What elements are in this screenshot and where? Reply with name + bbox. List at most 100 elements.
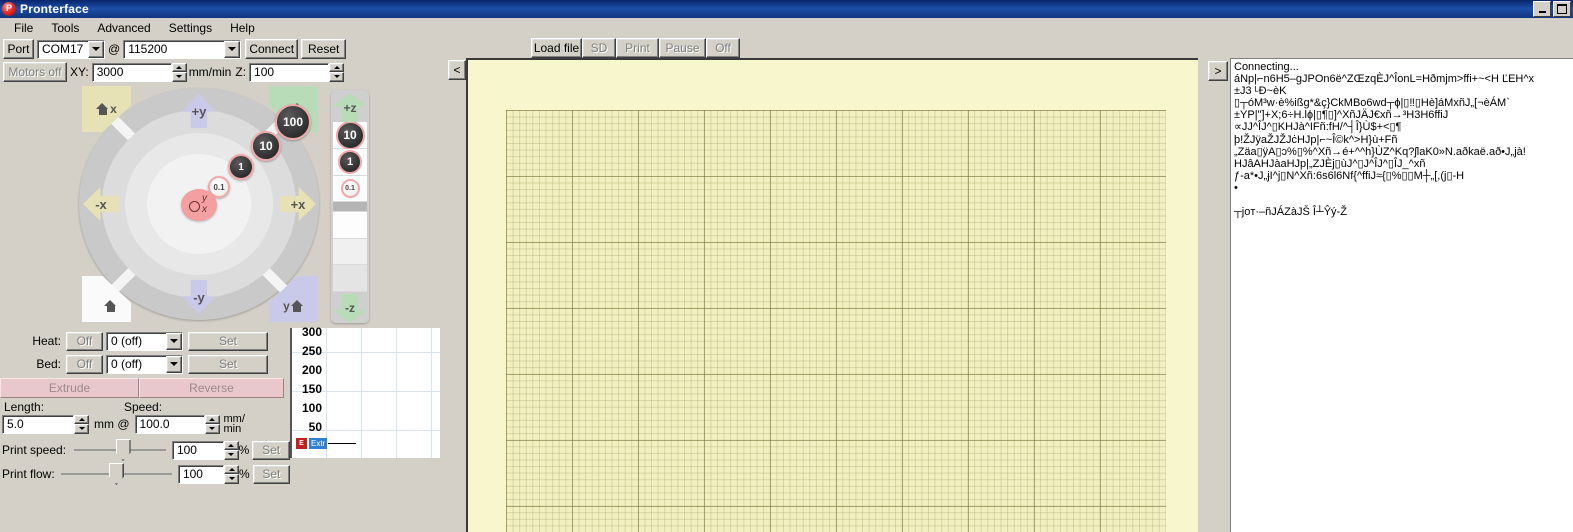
bed-temp-select[interactable]: 0 (off): [106, 354, 183, 374]
z-empty-cell-2[interactable]: [333, 238, 367, 266]
z-step-0.1-button[interactable]: 0.1: [340, 179, 360, 199]
slider-thumb[interactable]: [108, 463, 124, 485]
reset-button[interactable]: Reset: [301, 39, 347, 59]
pronterface-window: Pronterface File Tools Advanced Settings…: [0, 0, 1573, 532]
at-label: @: [108, 42, 121, 56]
menu-file[interactable]: File: [5, 20, 42, 36]
console-output-panel[interactable]: Connecting... áNp|⌐n6H5–gJPOn6ë^ZŒzqÈJ^Î…: [1230, 58, 1573, 532]
xy-step-100-button[interactable]: 100: [275, 104, 311, 140]
extrude-button[interactable]: Extrude: [0, 378, 139, 398]
slider-thumb[interactable]: [115, 439, 131, 461]
menu-advanced[interactable]: Advanced: [88, 20, 159, 36]
thermometer-icon: E: [296, 437, 307, 449]
menu-settings[interactable]: Settings: [160, 20, 221, 36]
z-feedrate-input[interactable]: 100: [249, 62, 330, 82]
y-tick-250: 250: [301, 344, 322, 358]
reverse-button[interactable]: Reverse: [139, 378, 284, 398]
extrude-speed-stepper[interactable]: [204, 414, 220, 434]
minimize-button[interactable]: [1533, 1, 1551, 17]
chart-legend[interactable]: E Extr: [296, 437, 357, 449]
print-speed-set-button[interactable]: Set: [252, 440, 290, 460]
print-speed-label: Print speed:: [2, 443, 67, 457]
app-logo-icon: [2, 1, 16, 16]
collapse-left-panel-button[interactable]: <: [448, 60, 466, 80]
z-step-10-cell[interactable]: 10: [333, 120, 367, 150]
print-speed-stepper[interactable]: [223, 440, 239, 460]
xy-feedrate-input[interactable]: 3000: [91, 62, 172, 82]
grid-line-v: [431, 328, 432, 458]
heat-set-button[interactable]: Set: [188, 331, 268, 351]
z-jog-strip: +z 10 1 0.1 -z: [331, 90, 369, 324]
jog-z-plus-button[interactable]: +z: [333, 93, 367, 123]
origin-x-label: x: [202, 204, 207, 215]
restore-button[interactable]: [1553, 1, 1571, 17]
menu-tools[interactable]: Tools: [42, 20, 88, 36]
z-feedrate-stepper[interactable]: [329, 62, 345, 82]
home-icon: [96, 103, 109, 115]
home-icon: [104, 300, 117, 312]
heat-row: Heat: Off 0 (off) Set: [0, 330, 290, 352]
z-empty-cell-1[interactable]: [333, 212, 367, 239]
extrude-length-stepper[interactable]: [74, 414, 89, 434]
heat-temp-select[interactable]: 0 (off): [106, 331, 183, 351]
extrude-length-input[interactable]: 5.0: [2, 414, 74, 434]
left-splitter-area: [440, 58, 466, 532]
print-speed-percent: %: [238, 443, 250, 457]
xy-feedrate-stepper[interactable]: [171, 62, 187, 82]
z-empty-cell-3[interactable]: [333, 265, 367, 292]
z-step-0.1-cell[interactable]: 0.1: [333, 175, 367, 203]
speed-label: Speed:: [124, 400, 163, 414]
connect-button[interactable]: Connect: [245, 39, 299, 59]
xy-step-10-button[interactable]: 10: [251, 131, 281, 161]
sd-button[interactable]: SD: [582, 38, 616, 58]
pause-button[interactable]: Pause: [659, 38, 706, 58]
print-flow-slider[interactable]: [60, 463, 172, 485]
bed-label: Bed:: [36, 357, 61, 371]
jog-center-origin[interactable]: y x: [181, 189, 217, 221]
print-flow-input[interactable]: 100: [177, 464, 225, 484]
print-flow-percent: %: [238, 467, 250, 481]
baud-select[interactable]: 115200: [123, 39, 242, 59]
print-button[interactable]: Print: [616, 38, 659, 58]
temperature-graph[interactable]: 300 250 200 150 100 50 E Extr: [290, 325, 442, 458]
window-title: Pronterface: [20, 2, 89, 16]
z-step-1-button[interactable]: 1: [338, 150, 362, 175]
print-speed-slider[interactable]: [73, 439, 166, 461]
port-select[interactable]: COM17: [37, 39, 105, 59]
length-speed-labels: Length: Speed:: [0, 400, 290, 414]
heat-temp-value: 0 (off): [111, 334, 143, 348]
print-flow-stepper[interactable]: [224, 464, 239, 484]
chevron-down-icon[interactable]: [166, 332, 182, 350]
chevron-down-icon[interactable]: [224, 40, 241, 58]
y-tick-200: 200: [301, 363, 322, 377]
z-step-1-cell[interactable]: 1: [333, 149, 367, 176]
jog-z-minus-button[interactable]: -z: [333, 293, 367, 324]
extrude-speed-input[interactable]: 100.0: [134, 414, 205, 434]
bed-set-button[interactable]: Set: [188, 354, 268, 374]
chevron-down-icon[interactable]: [88, 40, 104, 58]
menu-help[interactable]: Help: [221, 20, 264, 36]
heat-off-button[interactable]: Off: [66, 331, 103, 351]
load-file-button[interactable]: Load file: [531, 38, 582, 58]
z-step-10-button[interactable]: 10: [335, 120, 365, 150]
port-button[interactable]: Port: [3, 39, 34, 59]
print-speed-input[interactable]: 100: [171, 440, 224, 460]
motors-off-button[interactable]: Motors off: [3, 62, 67, 82]
z-feedrate-label: Z:: [235, 65, 247, 79]
print-flow-set-button[interactable]: Set: [252, 464, 290, 484]
xy-step-1-button[interactable]: 1: [228, 154, 254, 180]
off-button[interactable]: Off: [706, 38, 740, 58]
expand-right-panel-button[interactable]: >: [1208, 61, 1228, 81]
bed-off-button[interactable]: Off: [66, 354, 103, 374]
home-x-label: x: [110, 102, 117, 116]
print-flow-label: Print flow:: [2, 467, 55, 481]
y-tick-150: 150: [301, 382, 322, 396]
home-icon: [290, 300, 304, 312]
chevron-down-icon[interactable]: [166, 355, 182, 373]
xy-jog-pad: x z y +y -y +x -x 0.1 1 10 100 y x: [75, 86, 323, 323]
xy-feedrate-label: XY:: [70, 65, 89, 79]
bed-visualizer[interactable]: [466, 58, 1198, 532]
left-panel-filler: [0, 490, 440, 532]
y-tick-300: 300: [301, 325, 322, 339]
feedrate-units-label: mm/min: [188, 65, 232, 79]
